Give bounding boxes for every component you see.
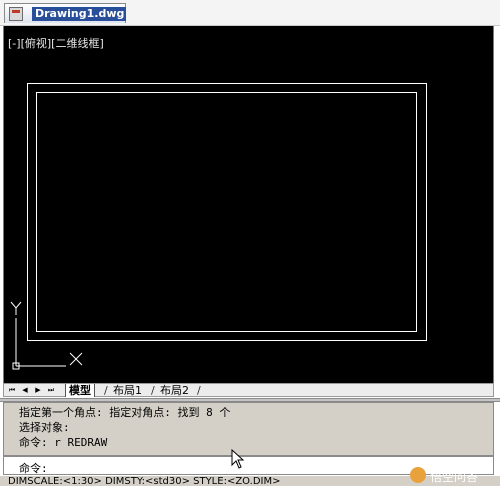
drawing-viewport[interactable]: [-][俯视][二维线框] [3,26,494,383]
wukong-logo-icon [410,467,426,483]
document-tab[interactable]: Drawing1.dwg [4,3,126,23]
last-tab-button[interactable]: ⏭ [46,385,56,396]
layout-tab-bar: ⏮ ◀ ▶ ⏭ 模型 / 布局1 / 布局2 / [3,383,494,397]
watermark-text: 悟空问答 [430,470,479,484]
command-prompt: 命令: [19,462,48,475]
tab-divider: / [151,384,155,397]
command-history[interactable]: 指定第一个角点: 指定对角点: 找到 8 个 选择对象: 命令: r REDRA… [3,402,494,456]
next-tab-button[interactable]: ▶ [33,385,43,396]
command-history-line: 选择对象: [19,421,70,434]
viewport-controls: [-][俯视][二维线框] [8,35,104,51]
command-history-line: 命令: r REDRAW [19,436,108,449]
viewport-menu-control[interactable]: [-] [8,37,21,50]
previous-tab-button[interactable]: ◀ [20,385,30,396]
first-tab-button[interactable]: ⏮ [7,385,17,396]
view-cube-control[interactable]: [俯视] [21,37,52,50]
watermark: 悟空问答 [410,466,498,486]
document-tab-bar: Drawing1.dwg [0,0,500,26]
mouse-cursor-icon [231,449,245,469]
command-history-line: 指定第一个角点: 指定对角点: 找到 8 个 [19,406,231,419]
tab-divider: / [104,384,108,397]
drawing-frame-inner[interactable] [36,92,417,332]
tab-divider: / [197,384,201,397]
tab-layout1[interactable]: 布局1 [110,384,145,397]
document-title[interactable]: Drawing1.dwg [32,7,126,21]
status-text: DIMSCALE:<1:30> DIMSTY:<std30> STYLE:<ZO… [8,476,281,486]
visual-style-control[interactable]: [二维线框] [51,37,104,50]
dwg-file-icon [9,7,23,21]
tab-layout2[interactable]: 布局2 [157,384,192,397]
tab-model[interactable]: 模型 [65,384,95,397]
ucs-icon [10,301,83,370]
